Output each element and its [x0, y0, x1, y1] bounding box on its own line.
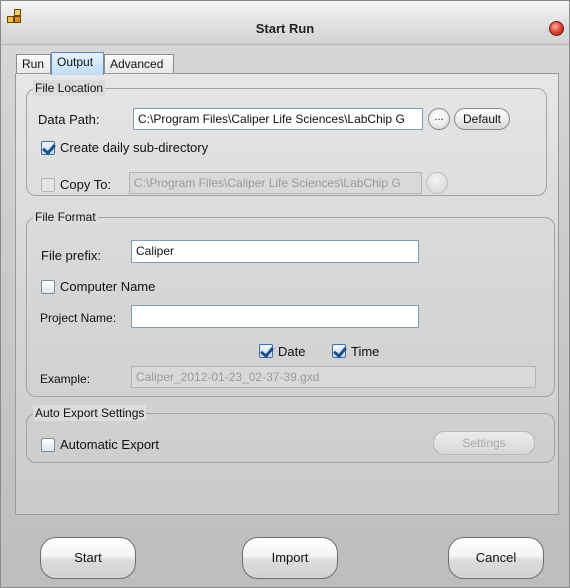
- default-button[interactable]: Default: [454, 108, 510, 130]
- tab-output[interactable]: Output: [51, 52, 104, 75]
- tab-run[interactable]: Run: [16, 54, 51, 74]
- create-daily-checkbox[interactable]: [41, 141, 55, 155]
- automatic-export-checkbox[interactable]: [41, 438, 55, 452]
- file-format-title: File Format: [33, 209, 98, 225]
- title-bar: Start Run: [1, 1, 569, 45]
- output-tab-panel: File Location Data Path: C:\Program File…: [15, 73, 559, 515]
- example-output: Caliper_2012-01-23_02-37-39.gxd: [131, 366, 536, 388]
- data-path-input[interactable]: C:\Program Files\Caliper Life Sciences\L…: [133, 108, 423, 130]
- data-path-label: Data Path:: [38, 112, 100, 127]
- computer-name-label: Computer Name: [60, 279, 156, 294]
- tab-advanced[interactable]: Advanced: [104, 54, 174, 74]
- copy-to-checkbox[interactable]: [41, 178, 55, 192]
- settings-button[interactable]: Settings: [433, 431, 535, 455]
- copy-to-input[interactable]: C:\Program Files\Caliper Life Sciences\L…: [129, 172, 422, 194]
- start-button[interactable]: Start: [40, 537, 136, 579]
- time-label: Time: [351, 344, 380, 359]
- create-daily-label: Create daily sub-directory: [60, 140, 209, 155]
- computer-name-checkbox[interactable]: [41, 280, 55, 294]
- start-run-dialog: Start Run Run Output Advanced File Locat…: [0, 0, 570, 588]
- example-label: Example:: [40, 372, 91, 386]
- date-label: Date: [278, 344, 306, 359]
- project-name-input[interactable]: [131, 305, 419, 328]
- automatic-export-label: Automatic Export: [60, 437, 159, 452]
- copy-to-browse-button[interactable]: [426, 172, 448, 194]
- window-title: Start Run: [255, 21, 315, 36]
- time-checkbox[interactable]: [332, 344, 346, 358]
- import-button[interactable]: Import: [242, 537, 338, 579]
- file-prefix-label: File prefix:: [41, 248, 101, 263]
- copy-to-label: Copy To:: [60, 177, 112, 192]
- file-prefix-input[interactable]: Caliper: [131, 240, 419, 263]
- file-location-title: File Location: [33, 80, 106, 96]
- project-name-label: Project Name:: [40, 311, 117, 325]
- date-checkbox[interactable]: [259, 344, 273, 358]
- close-icon[interactable]: [549, 21, 564, 36]
- data-path-browse-button[interactable]: ...: [428, 108, 450, 130]
- auto-export-title: Auto Export Settings: [33, 405, 147, 421]
- cancel-button[interactable]: Cancel: [448, 537, 544, 579]
